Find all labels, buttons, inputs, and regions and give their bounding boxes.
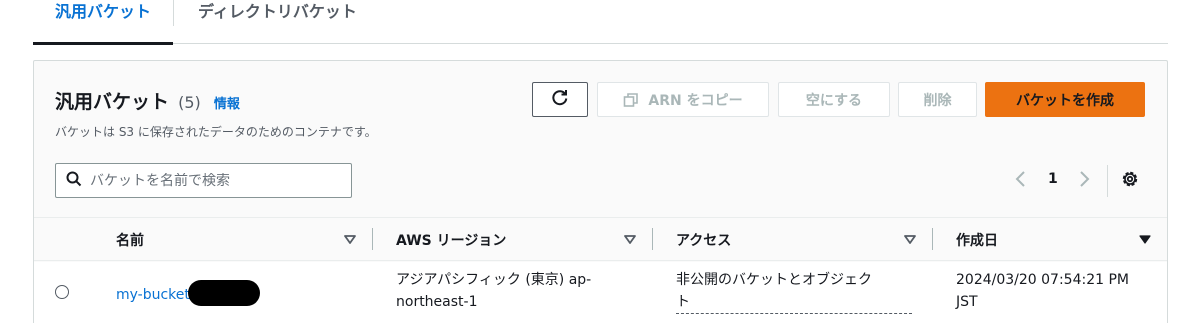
page-title: 汎用バケット bbox=[55, 91, 170, 113]
bucket-count: (5) bbox=[178, 93, 201, 112]
row-select-radio[interactable] bbox=[55, 285, 69, 299]
redacted-bucket-suffix bbox=[187, 280, 260, 306]
copy-icon bbox=[623, 92, 639, 108]
tab-general-purpose-buckets[interactable]: 汎用バケット bbox=[33, 0, 173, 45]
column-divider bbox=[932, 228, 933, 250]
created-date: 2024/03/20 07:54:21 PM bbox=[956, 272, 1129, 288]
tab-bar: 汎用バケット ディレクトリバケット bbox=[33, 0, 1168, 45]
column-header-access[interactable]: アクセス bbox=[676, 218, 731, 262]
table-header: 名前 AWS リージョン アクセス 作成日 bbox=[34, 217, 1167, 261]
sort-caret-icon[interactable] bbox=[904, 232, 916, 251]
search-box bbox=[55, 163, 352, 198]
previous-page-button[interactable] bbox=[1014, 169, 1028, 193]
panel-description: バケットは S3 に保存されたデータのためのコンテナです。 bbox=[55, 125, 377, 139]
column-header-name[interactable]: 名前 bbox=[116, 218, 144, 262]
column-header-created[interactable]: 作成日 bbox=[956, 218, 998, 262]
column-divider bbox=[652, 228, 653, 250]
created-timezone: JST bbox=[956, 294, 978, 310]
table-row[interactable]: my-bucket アジアパシフィック (東京) ap- northeast-1… bbox=[34, 262, 1167, 324]
region-text-line-2: northeast-1 bbox=[396, 294, 478, 310]
bucket-name[interactable]: my-bucket bbox=[116, 287, 190, 303]
search-input[interactable] bbox=[90, 172, 340, 189]
bucket-name-link[interactable]: my-bucket bbox=[116, 280, 260, 308]
current-page-number[interactable]: 1 bbox=[1048, 171, 1058, 187]
next-page-button[interactable] bbox=[1077, 169, 1091, 193]
delete-bucket-button[interactable]: 削除 bbox=[898, 82, 977, 117]
tab-directory-buckets[interactable]: ディレクトリバケット bbox=[173, 0, 361, 26]
panel-header: 汎用バケット (5) 情報 bbox=[55, 87, 240, 114]
empty-bucket-button[interactable]: 空にする bbox=[778, 82, 890, 117]
preferences-button[interactable] bbox=[1120, 169, 1140, 193]
buckets-panel: 汎用バケット (5) 情報 バケットは S3 に保存されたデータのためのコンテナ… bbox=[33, 60, 1168, 324]
pagination-divider bbox=[1107, 165, 1108, 197]
sort-caret-icon[interactable] bbox=[624, 232, 636, 251]
info-link[interactable]: 情報 bbox=[214, 97, 240, 112]
create-bucket-button[interactable]: バケットを作成 bbox=[985, 82, 1145, 117]
copy-arn-label: ARN をコピー bbox=[648, 92, 743, 109]
access-text-line-1: 非公開のバケットとオブジェク bbox=[676, 272, 872, 288]
refresh-button[interactable] bbox=[532, 82, 588, 117]
chevron-left-icon bbox=[1014, 169, 1028, 193]
gear-icon bbox=[1120, 169, 1140, 193]
chevron-right-icon bbox=[1077, 169, 1091, 193]
access-text-line-2: ト bbox=[676, 291, 912, 314]
column-divider bbox=[372, 228, 373, 250]
copy-arn-button[interactable]: ARN をコピー bbox=[597, 82, 769, 117]
column-header-region[interactable]: AWS リージョン bbox=[396, 218, 506, 262]
refresh-icon bbox=[550, 88, 570, 112]
region-text-line-1: アジアパシフィック (東京) ap- bbox=[396, 272, 592, 288]
region-cell: アジアパシフィック (東京) ap- northeast-1 bbox=[396, 269, 591, 313]
sort-descending-icon[interactable] bbox=[1139, 232, 1151, 251]
sort-caret-icon[interactable] bbox=[344, 232, 356, 251]
created-cell: 2024/03/20 07:54:21 PM JST bbox=[956, 269, 1129, 313]
access-cell[interactable]: 非公開のバケットとオブジェク ト bbox=[676, 269, 912, 314]
search-icon bbox=[66, 171, 82, 191]
